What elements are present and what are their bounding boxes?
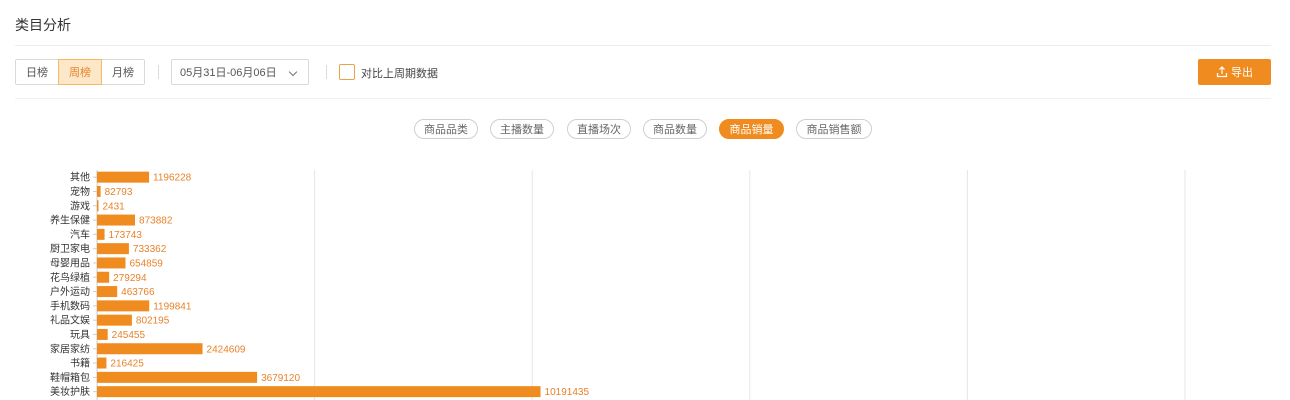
bar: [97, 371, 258, 383]
value-label: 463766: [121, 287, 155, 298]
bar: [97, 286, 118, 298]
category-label: 其他: [70, 171, 90, 184]
chart-canvas: 其他 1196228 宠物 82793 游戏 2431 养生保健 873882 汽车 173743…: [50, 170, 1186, 400]
category-label: 游戏: [70, 199, 90, 212]
category-label: 玩具: [70, 329, 90, 341]
page-title: 类目分析: [15, 17, 71, 33]
category-label: 汽车: [70, 228, 90, 241]
bar: [97, 386, 541, 398]
bar: [97, 328, 108, 340]
value-label: 733362: [133, 244, 167, 255]
category-label: 家居家纺: [50, 342, 90, 355]
metric-tabs: 商品品类 主播数量 直播场次 商品数量 商品销量 商品销售额: [0, 119, 1290, 139]
value-label: 1196228: [153, 173, 192, 184]
category-label: 美妆护肤: [50, 385, 90, 398]
value-label: 654859: [129, 258, 163, 269]
export-icon: [1216, 66, 1228, 78]
tab-live-sessions[interactable]: 直播场次: [567, 119, 631, 139]
toolbar-separator: [158, 65, 159, 79]
bar: [97, 243, 129, 255]
value-label: 3679120: [261, 373, 300, 384]
bar: [97, 300, 150, 312]
category-label: 书籍: [70, 357, 90, 370]
toolbar-separator: [326, 65, 327, 79]
value-label: 279294: [113, 273, 147, 284]
tab-product-sales-volume[interactable]: 商品销量: [719, 119, 784, 139]
export-label: 导出: [1231, 67, 1253, 79]
bar: [97, 171, 150, 183]
bar: [97, 314, 132, 326]
value-label: 245455: [112, 330, 146, 341]
value-label: 1199841: [153, 301, 192, 312]
value-label: 802195: [136, 316, 170, 327]
date-range-value: 05月31日-06月06日: [180, 67, 277, 79]
category-label: 鞋帽箱包: [50, 371, 90, 384]
bar: [97, 228, 105, 240]
category-label: 宠物: [70, 185, 90, 198]
bar: [97, 185, 101, 197]
category-label: 花鸟绿植: [50, 271, 90, 284]
toolbar-divider: [15, 98, 1271, 99]
bar: [97, 214, 136, 226]
value-label: 173743: [109, 230, 143, 241]
bar: [97, 271, 110, 283]
header-divider: [15, 45, 1271, 46]
bar: [97, 343, 203, 355]
chevron-down-icon: [288, 67, 298, 77]
category-label: 户外运动: [50, 285, 90, 298]
tab-daily[interactable]: 日榜: [15, 59, 59, 85]
value-label: 10191435: [545, 387, 590, 398]
bar: [97, 357, 107, 369]
tab-product-category[interactable]: 商品品类: [414, 119, 478, 139]
tab-monthly[interactable]: 月榜: [101, 59, 145, 85]
bar: [97, 257, 126, 269]
bar: [97, 200, 99, 212]
tab-product-sales-amount[interactable]: 商品销售额: [796, 119, 872, 139]
value-label: 873882: [139, 216, 173, 227]
value-label: 216425: [110, 359, 144, 370]
category-label: 母婴用品: [50, 257, 90, 269]
category-bar-chart: 其他 1196228 宠物 82793 游戏 2431 养生保健 873882 汽车 173743…: [0, 165, 1290, 400]
export-button[interactable]: 导出: [1198, 59, 1271, 85]
period-tabs: 日榜 周榜 月榜: [15, 59, 145, 85]
tab-anchor-count[interactable]: 主播数量: [490, 119, 554, 139]
tab-product-count[interactable]: 商品数量: [643, 119, 707, 139]
category-label: 手机数码: [50, 299, 90, 312]
date-range-picker[interactable]: 05月31日-06月06日: [171, 59, 309, 85]
category-label: 厨卫家电: [50, 242, 90, 255]
compare-checkbox[interactable]: [339, 64, 355, 80]
value-label: 2431: [103, 201, 126, 212]
tab-weekly[interactable]: 周榜: [58, 59, 102, 85]
category-label: 养生保健: [50, 214, 90, 227]
value-label: 82793: [105, 187, 133, 198]
compare-label: 对比上周期数据: [361, 68, 438, 80]
category-label: 礼品文娱: [50, 314, 90, 327]
value-label: 2424609: [207, 344, 246, 355]
